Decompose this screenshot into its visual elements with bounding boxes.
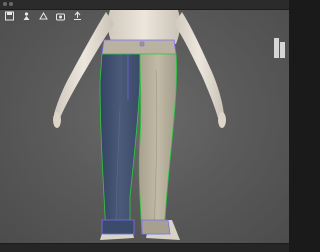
render-icon [39,12,48,20]
render-tool-button[interactable] [36,11,51,28]
save-icon [5,11,14,21]
snapshot-tool-button[interactable] [53,11,68,28]
export-tool-button[interactable] [70,11,85,28]
avatar-scene[interactable] [0,10,289,243]
avatar-torso [107,10,181,44]
window-button-icon[interactable] [9,2,13,6]
pants-leg-denim [99,53,141,235]
avatar-hand-right [218,112,226,128]
viewport-toolbar [2,11,85,28]
pants-cuff-left [101,219,135,235]
pants-button [139,41,145,47]
window-button-icon[interactable] [3,2,7,6]
app-window [0,0,289,252]
pants-waistband [101,39,177,55]
pants-cuff-right [141,219,171,235]
brand-logo-icon [274,38,286,70]
pants-leg-light [138,53,177,235]
simulate-tool-button[interactable] [19,11,34,28]
title-bar [0,0,289,10]
simulate-icon [23,12,30,20]
status-bar [0,243,289,252]
save-tool-button[interactable] [2,11,17,28]
avatar-hand-left [53,112,61,128]
3d-viewport[interactable] [0,10,289,243]
export-icon [74,11,81,20]
avatar-arm-right [174,12,224,118]
snapshot-icon [56,13,65,21]
